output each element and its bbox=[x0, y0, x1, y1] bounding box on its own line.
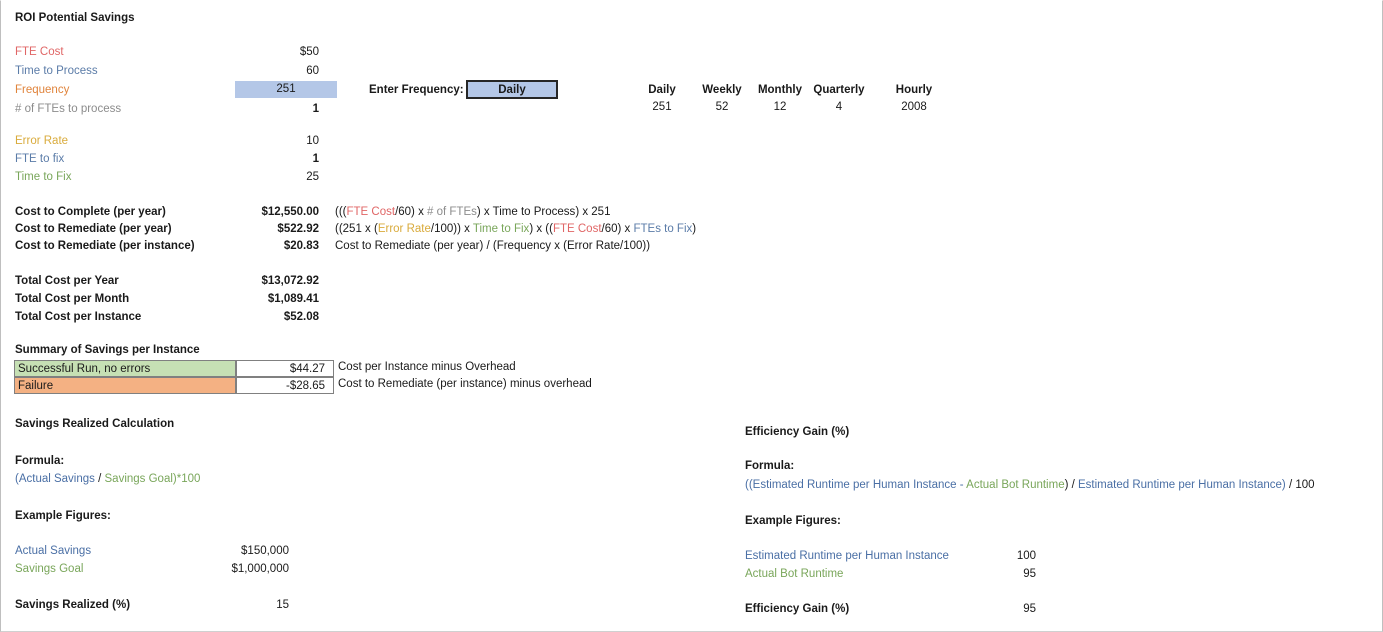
formula-token: ((Estimated Runtime per Human Instance - bbox=[745, 479, 967, 491]
efficiency-result-label: Efficiency Gain (%) bbox=[745, 603, 850, 615]
cost-label-remediate-per-year: Cost to Remediate (per year) bbox=[15, 223, 172, 235]
formula-token: ) / bbox=[1064, 479, 1079, 491]
savings-formula-label: Formula: bbox=[15, 455, 65, 467]
summary-row-note-failure: Cost to Remediate (per instance) minus o… bbox=[338, 378, 592, 390]
cost-formula-complete-per-year: (((FTE Cost/60) x # of FTEs) x Time to P… bbox=[335, 206, 610, 218]
formula-token: /100)) x bbox=[430, 223, 473, 235]
efficiency-examples-label: Example Figures: bbox=[745, 515, 841, 527]
total-value-per-instance: $52.08 bbox=[283, 311, 319, 323]
savings-example-value-goal: $1,000,000 bbox=[231, 563, 289, 575]
freq-value-weekly: 52 bbox=[715, 101, 729, 113]
input-value-time-to-process[interactable]: 60 bbox=[199, 65, 319, 77]
efficiency-example-label-bot: Actual Bot Runtime bbox=[745, 568, 844, 580]
freq-value-hourly: 2008 bbox=[901, 101, 927, 113]
formula-token: ) x 251 bbox=[575, 206, 611, 218]
efficiency-example-label-human: Estimated Runtime per Human Instance bbox=[745, 550, 949, 562]
total-label-per-month: Total Cost per Month bbox=[15, 293, 130, 305]
formula-token: /60) x bbox=[601, 223, 634, 235]
summary-row-value-success: $44.27 bbox=[236, 360, 334, 377]
cost-label-complete-per-year: Cost to Complete (per year) bbox=[15, 206, 166, 218]
formula-token: / 100 bbox=[1285, 479, 1315, 491]
savings-example-label-goal: Savings Goal bbox=[15, 563, 84, 575]
formula-token: FTE Cost bbox=[552, 223, 602, 235]
formula-token: ) bbox=[692, 223, 697, 235]
savings-result-label: Savings Realized (%) bbox=[15, 599, 131, 611]
summary-row-value-failure: -$28.65 bbox=[236, 377, 334, 394]
cost-formula-remediate-per-instance: Cost to Remediate (per year) / (Frequenc… bbox=[335, 240, 650, 252]
summary-row-label-success: Successful Run, no errors bbox=[14, 360, 236, 377]
total-label-per-instance: Total Cost per Instance bbox=[15, 311, 142, 323]
summary-heading: Summary of Savings per Instance bbox=[15, 344, 200, 356]
formula-token: ((( bbox=[335, 206, 347, 218]
formula-token: Error Rate bbox=[377, 223, 431, 235]
savings-section-heading: Savings Realized Calculation bbox=[15, 418, 175, 430]
freq-value-monthly: 12 bbox=[773, 101, 787, 113]
input-label-fte-cost: FTE Cost bbox=[15, 46, 64, 58]
cost-label-remediate-per-instance: Cost to Remediate (per instance) bbox=[15, 240, 195, 252]
total-label-per-year: Total Cost per Year bbox=[15, 275, 119, 287]
formula-token: FTEs to Fix bbox=[633, 223, 693, 235]
savings-examples-label: Example Figures: bbox=[15, 510, 111, 522]
input-value-error-rate[interactable]: 10 bbox=[199, 135, 319, 147]
input-label-time-to-fix: Time to Fix bbox=[15, 171, 72, 183]
input-label-num-ftes: # of FTEs to process bbox=[15, 103, 122, 115]
input-value-fte-cost[interactable]: $50 bbox=[199, 46, 319, 58]
input-value-fte-to-fix[interactable]: 1 bbox=[199, 153, 319, 165]
formula-token: ) x (( bbox=[529, 223, 553, 235]
summary-row-note-success: Cost per Instance minus Overhead bbox=[338, 361, 516, 373]
savings-example-value-actual: $150,000 bbox=[241, 545, 289, 557]
efficiency-example-value-human: 100 bbox=[1016, 550, 1036, 562]
formula-token: Time to Process bbox=[492, 206, 576, 218]
formula-token: / bbox=[94, 473, 105, 485]
formula-token: FTE Cost bbox=[346, 206, 396, 218]
input-label-time-to-process: Time to Process bbox=[15, 65, 98, 77]
input-value-num-ftes[interactable]: 1 bbox=[199, 103, 319, 115]
input-value-frequency[interactable]: 251 bbox=[235, 81, 337, 98]
cost-value-remediate-per-instance: $20.83 bbox=[283, 240, 319, 252]
formula-token: Savings Goal)*100 bbox=[104, 473, 201, 485]
formula-token: Estimated Runtime per Human Instance bbox=[1078, 479, 1282, 491]
formula-token: Cost to Remediate (per year) / (Frequenc… bbox=[335, 240, 651, 252]
savings-example-label-actual: Actual Savings bbox=[15, 545, 92, 557]
total-value-per-month: $1,089.41 bbox=[267, 293, 319, 305]
freq-header-daily: Daily bbox=[648, 84, 676, 96]
freq-value-daily: 251 bbox=[652, 101, 672, 113]
input-value-time-to-fix[interactable]: 25 bbox=[199, 171, 319, 183]
cost-value-complete-per-year: $12,550.00 bbox=[261, 206, 319, 218]
formula-token: ((251 x ( bbox=[335, 223, 378, 235]
page-title: ROI Potential Savings bbox=[15, 12, 135, 24]
formula-token: ) x bbox=[476, 206, 493, 218]
savings-formula: (Actual Savings / Savings Goal)*100 bbox=[15, 473, 200, 485]
summary-row-label-failure: Failure bbox=[14, 377, 236, 394]
formula-token: # of FTEs bbox=[427, 206, 477, 218]
efficiency-result-value: 95 bbox=[1023, 603, 1036, 615]
input-label-fte-to-fix: FTE to fix bbox=[15, 153, 65, 165]
input-label-error-rate: Error Rate bbox=[15, 135, 69, 147]
efficiency-formula: ((Estimated Runtime per Human Instance -… bbox=[745, 479, 1315, 491]
formula-token: Actual Bot Runtime bbox=[966, 479, 1065, 491]
freq-header-monthly: Monthly bbox=[757, 84, 803, 96]
efficiency-section-heading: Efficiency Gain (%) bbox=[745, 426, 850, 438]
efficiency-example-value-bot: 95 bbox=[1023, 568, 1036, 580]
freq-header-hourly: Hourly bbox=[895, 84, 933, 96]
frequency-dropdown[interactable]: Daily bbox=[466, 80, 558, 99]
freq-value-quarterly: 4 bbox=[835, 101, 843, 113]
freq-header-quarterly: Quarterly bbox=[813, 84, 865, 96]
formula-token: (Actual Savings bbox=[15, 473, 95, 485]
formula-token: Time to Fix bbox=[472, 223, 530, 235]
formula-token: /60) x bbox=[395, 206, 428, 218]
freq-header-weekly: Weekly bbox=[702, 84, 742, 96]
total-value-per-year: $13,072.92 bbox=[261, 275, 319, 287]
cost-value-remediate-per-year: $522.92 bbox=[277, 223, 319, 235]
roi-savings-spreadsheet: ROI Potential Savings FTE Cost $50 Time … bbox=[0, 0, 1383, 632]
cost-formula-remediate-per-year: ((251 x (Error Rate/100)) x Time to Fix)… bbox=[335, 223, 696, 235]
efficiency-formula-label: Formula: bbox=[745, 460, 795, 472]
input-label-frequency: Frequency bbox=[15, 84, 70, 96]
frequency-selector-label: Enter Frequency: bbox=[369, 84, 464, 96]
savings-result-value: 15 bbox=[276, 599, 289, 611]
